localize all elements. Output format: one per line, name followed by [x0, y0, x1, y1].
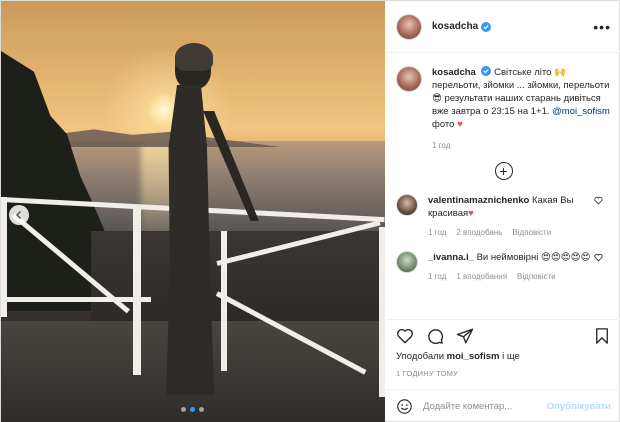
- chevron-left-icon: [15, 210, 22, 220]
- verified-badge-icon: [481, 66, 492, 76]
- avatar[interactable]: [396, 13, 422, 40]
- author-username[interactable]: kosadcha: [432, 21, 478, 32]
- comment: _ivanna.i_ Ви неймовірні 😍😍😍😍😍 1 год 1 в…: [396, 251, 611, 281]
- reply-button[interactable]: Відповісти: [512, 228, 551, 237]
- comment-icon[interactable]: [426, 327, 444, 345]
- plus-circle-icon[interactable]: +: [494, 162, 513, 180]
- caption-part: перельоти, зйомки ... зйомки, перельоти: [432, 80, 610, 91]
- smiley-icon[interactable]: [396, 398, 413, 415]
- post-header: kosadcha •••: [386, 1, 620, 53]
- caption-text: kosadcha Світське літо 🙌 перельоти, зйом…: [432, 66, 611, 131]
- paper-plane-icon[interactable]: [456, 327, 474, 345]
- heart-icon[interactable]: [396, 327, 414, 345]
- heart-icon[interactable]: [594, 253, 603, 262]
- caption-time: 1 год: [432, 141, 451, 150]
- post-timestamp: 1 ГОДИНУ ТОМУ: [396, 369, 458, 378]
- comment-username[interactable]: _ivanna.i_: [428, 252, 474, 263]
- railing-post: [133, 205, 141, 375]
- comment-text: Ви неймовірні: [476, 252, 539, 263]
- liked-by-user[interactable]: moi_sofism: [447, 351, 500, 362]
- comment-username[interactable]: valentinamaznichenko: [428, 195, 529, 206]
- more-dots-icon[interactable]: •••: [593, 20, 611, 34]
- comment-time: 1 год: [428, 228, 447, 237]
- caption: kosadcha Світське літо 🙌 перельоти, зйом…: [396, 66, 611, 131]
- carousel-dot-active: [190, 407, 195, 412]
- avatar[interactable]: [396, 194, 418, 216]
- heart-icon[interactable]: [594, 196, 603, 205]
- comment-time: 1 год: [428, 272, 447, 281]
- carousel-dot: [199, 407, 204, 412]
- railing-bar: [1, 297, 151, 302]
- carousel-dots: [181, 407, 204, 412]
- red-heart-emoji-icon: ♥: [468, 208, 474, 219]
- verified-badge-icon: [481, 21, 492, 32]
- carousel-dot: [181, 407, 186, 412]
- add-comment-bar: Опублікувати: [386, 389, 620, 422]
- comments-section: kosadcha Світське літо 🙌 перельоти, зйом…: [386, 54, 620, 317]
- hands-emoji-icon: 🙌: [554, 67, 566, 78]
- railing-post: [379, 227, 385, 397]
- publish-button[interactable]: Опублікувати: [547, 401, 611, 412]
- woman-silhouette: [141, 41, 259, 419]
- avatar[interactable]: [396, 251, 418, 273]
- carousel-prev-button[interactable]: [9, 205, 29, 225]
- caption-part: фото: [432, 119, 455, 130]
- avatar[interactable]: [396, 66, 422, 92]
- caption-username[interactable]: kosadcha: [432, 67, 476, 78]
- bookmark-icon[interactable]: [593, 327, 611, 345]
- likes-summary: Уподобали moi_sofism і ще: [396, 351, 520, 362]
- instagram-post: kosadcha ••• kosadcha Світське літо 🙌 пе…: [0, 0, 620, 422]
- action-bar: [386, 319, 620, 351]
- comment-likes[interactable]: 2 вподобань: [456, 228, 502, 237]
- post-photo[interactable]: [1, 1, 385, 422]
- comment-input[interactable]: [423, 401, 538, 412]
- mention-link[interactable]: @moi_sofism: [552, 106, 610, 117]
- post-sidebar: kosadcha ••• kosadcha Світське літо 🙌 пе…: [386, 1, 620, 422]
- comment: valentinamaznichenko Какая Вы красивая♥ …: [396, 194, 611, 237]
- comment-likes[interactable]: 1 вподобання: [456, 272, 507, 281]
- red-heart-emoji-icon: ♥: [457, 119, 463, 130]
- caption-part: Світське літо: [494, 67, 552, 78]
- reply-button[interactable]: Відповісти: [517, 272, 556, 281]
- smiley-emoji-icon: 😎: [432, 93, 442, 104]
- heart-eyes-emoji-icon: 😍😍😍😍😍: [540, 252, 591, 263]
